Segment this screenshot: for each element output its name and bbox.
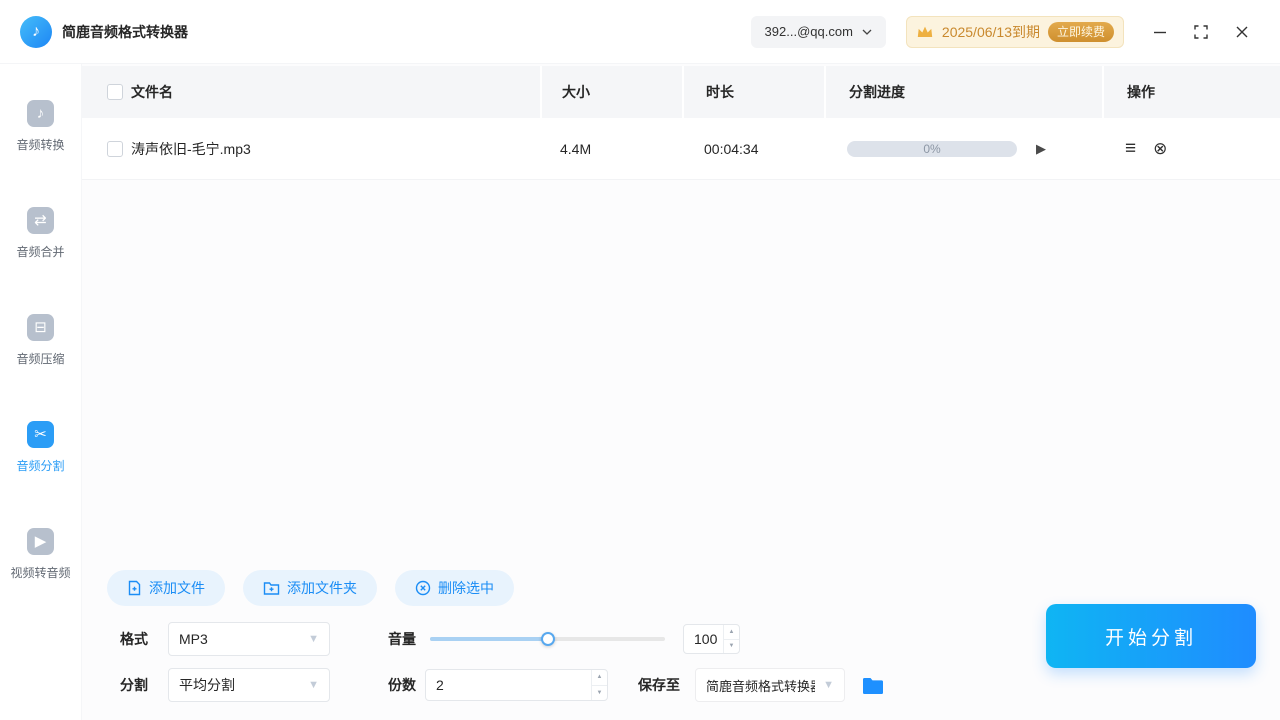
sidebar-item-label: 音频压缩 — [16, 352, 65, 366]
remove-file-icon[interactable]: ⊗ — [1153, 139, 1167, 159]
save-to-value: 简鹿音频格式转换器 — [706, 678, 816, 694]
file-duration: 00:04:34 — [704, 140, 759, 157]
main-content: 文件名 大小 时长 分割进度 操作 涛声依旧-毛宁.mp3 4.4M 00:04… — [82, 64, 1280, 720]
file-size: 4.4M — [560, 140, 592, 157]
column-header-size: 大小 — [562, 84, 590, 100]
parts-input-wrap: ▲ ▼ — [425, 669, 608, 701]
sidebar: ♪ 音频转换 ⇄ 音频合并 ⊟ 音频压缩 ✂ 音频分割 ▶ 视频转音频 — [0, 64, 82, 720]
sidebar-item-label: 音频转换 — [16, 138, 65, 152]
split-mode-label: 分割 — [120, 677, 148, 693]
menu-icon[interactable]: ≡ — [1125, 138, 1136, 160]
start-split-button[interactable]: 开始分割 — [1046, 604, 1256, 668]
volume-label: 音量 — [388, 631, 416, 647]
split-mode-select[interactable]: 平均分割 ▼ — [168, 668, 330, 702]
window-controls — [1152, 24, 1250, 40]
sidebar-item-audio-convert[interactable]: ♪ 音频转换 — [16, 100, 65, 153]
progress-bar: 0% — [847, 140, 1017, 157]
account-email: 392...@qq.com — [764, 24, 853, 39]
file-plus-icon — [128, 580, 141, 596]
play-icon[interactable]: ▶ — [1036, 141, 1046, 157]
select-all-checkbox[interactable] — [107, 84, 123, 100]
chevron-down-icon: ▼ — [308, 633, 319, 645]
music-note-icon: ♪ — [26, 100, 54, 127]
settings-row-1: 格式 MP3 ▼ 音量 ▲ ▼ — [120, 622, 740, 656]
close-button[interactable] — [1234, 24, 1250, 40]
column-header-actions: 操作 — [1127, 84, 1155, 100]
app-window: ♪ 简鹿音频格式转换器 392...@qq.com 2025/06/13到期 立… — [0, 0, 1280, 720]
settings-row-2: 分割 平均分割 ▼ 份数 ▲ ▼ 保存至 简鹿音频格式转换器 ▼ — [120, 668, 884, 702]
volume-spinner: ▲ ▼ — [723, 625, 739, 653]
column-header-name: 文件名 — [131, 84, 173, 100]
add-folder-label: 添加文件夹 — [287, 580, 357, 596]
sidebar-item-audio-split[interactable]: ✂ 音频分割 — [16, 421, 65, 474]
merge-arrows-icon: ⇄ — [26, 207, 54, 234]
parts-input[interactable] — [426, 670, 607, 700]
folder-plus-icon — [263, 581, 280, 595]
sidebar-item-label: 音频分割 — [16, 459, 65, 473]
title-bar: ♪ 简鹿音频格式转换器 392...@qq.com 2025/06/13到期 立… — [0, 0, 1280, 64]
delete-selected-button[interactable]: 删除选中 — [395, 570, 514, 606]
spinner-up-icon[interactable]: ▲ — [592, 670, 607, 685]
column-header-progress: 分割进度 — [849, 84, 905, 100]
app-logo-icon: ♪ — [20, 15, 52, 48]
circle-x-icon — [415, 580, 431, 596]
add-file-button[interactable]: 添加文件 — [107, 570, 225, 606]
progress-text: 0% — [923, 141, 941, 156]
minimize-button[interactable] — [1152, 24, 1168, 40]
file-name: 涛声依旧-毛宁.mp3 — [131, 140, 251, 157]
table-header: 文件名 大小 时长 分割进度 操作 — [82, 66, 1280, 118]
video-play-icon: ▶ — [26, 528, 54, 555]
sidebar-item-audio-merge[interactable]: ⇄ 音频合并 — [16, 207, 65, 260]
browse-folder-button[interactable] — [862, 677, 884, 694]
save-to-label: 保存至 — [638, 677, 680, 693]
add-folder-button[interactable]: 添加文件夹 — [243, 570, 377, 606]
chevron-down-icon: ▼ — [823, 679, 834, 691]
sidebar-item-audio-compress[interactable]: ⊟ 音频压缩 — [16, 314, 65, 367]
volume-slider-fill — [430, 637, 548, 641]
delete-selected-label: 删除选中 — [438, 580, 494, 596]
renew-button[interactable]: 立即续费 — [1047, 21, 1114, 42]
sidebar-item-label: 视频转音频 — [10, 566, 71, 580]
sidebar-item-video-to-audio[interactable]: ▶ 视频转音频 — [10, 528, 71, 581]
row-checkbox[interactable] — [107, 140, 123, 157]
spinner-up-icon[interactable]: ▲ — [724, 625, 739, 639]
format-value: MP3 — [179, 631, 208, 647]
scissors-icon: ✂ — [26, 421, 54, 448]
app-title: 简鹿音频格式转换器 — [62, 23, 188, 40]
folder-icon — [863, 677, 883, 694]
table-row: 涛声依旧-毛宁.mp3 4.4M 00:04:34 0% ▶ ≡ ⊗ — [82, 118, 1280, 180]
volume-input-wrap: ▲ ▼ — [683, 624, 740, 654]
chevron-down-icon: ▼ — [308, 679, 319, 691]
chevron-down-icon — [862, 29, 872, 35]
crown-icon — [917, 26, 933, 37]
vip-expiry-text: 2025/06/13到期 — [941, 23, 1040, 40]
format-label: 格式 — [120, 631, 148, 647]
parts-spinner: ▲ ▼ — [591, 670, 607, 700]
sidebar-item-label: 音频合并 — [16, 245, 65, 259]
account-dropdown[interactable]: 392...@qq.com — [750, 15, 886, 48]
toolbar: 添加文件 添加文件夹 删除选中 — [107, 570, 514, 606]
add-file-label: 添加文件 — [149, 580, 205, 596]
parts-label: 份数 — [388, 677, 416, 693]
volume-slider-thumb[interactable] — [540, 632, 555, 646]
spinner-down-icon[interactable]: ▼ — [724, 638, 739, 654]
save-to-select[interactable]: 简鹿音频格式转换器 ▼ — [695, 668, 845, 702]
spinner-down-icon[interactable]: ▼ — [592, 684, 607, 701]
volume-slider[interactable] — [430, 632, 665, 646]
compress-icon: ⊟ — [26, 314, 54, 341]
format-select[interactable]: MP3 ▼ — [168, 622, 330, 656]
vip-badge: 2025/06/13到期 立即续费 — [905, 15, 1124, 48]
column-header-duration: 时长 — [706, 84, 734, 100]
split-mode-value: 平均分割 — [179, 677, 235, 693]
maximize-button[interactable] — [1193, 24, 1209, 40]
